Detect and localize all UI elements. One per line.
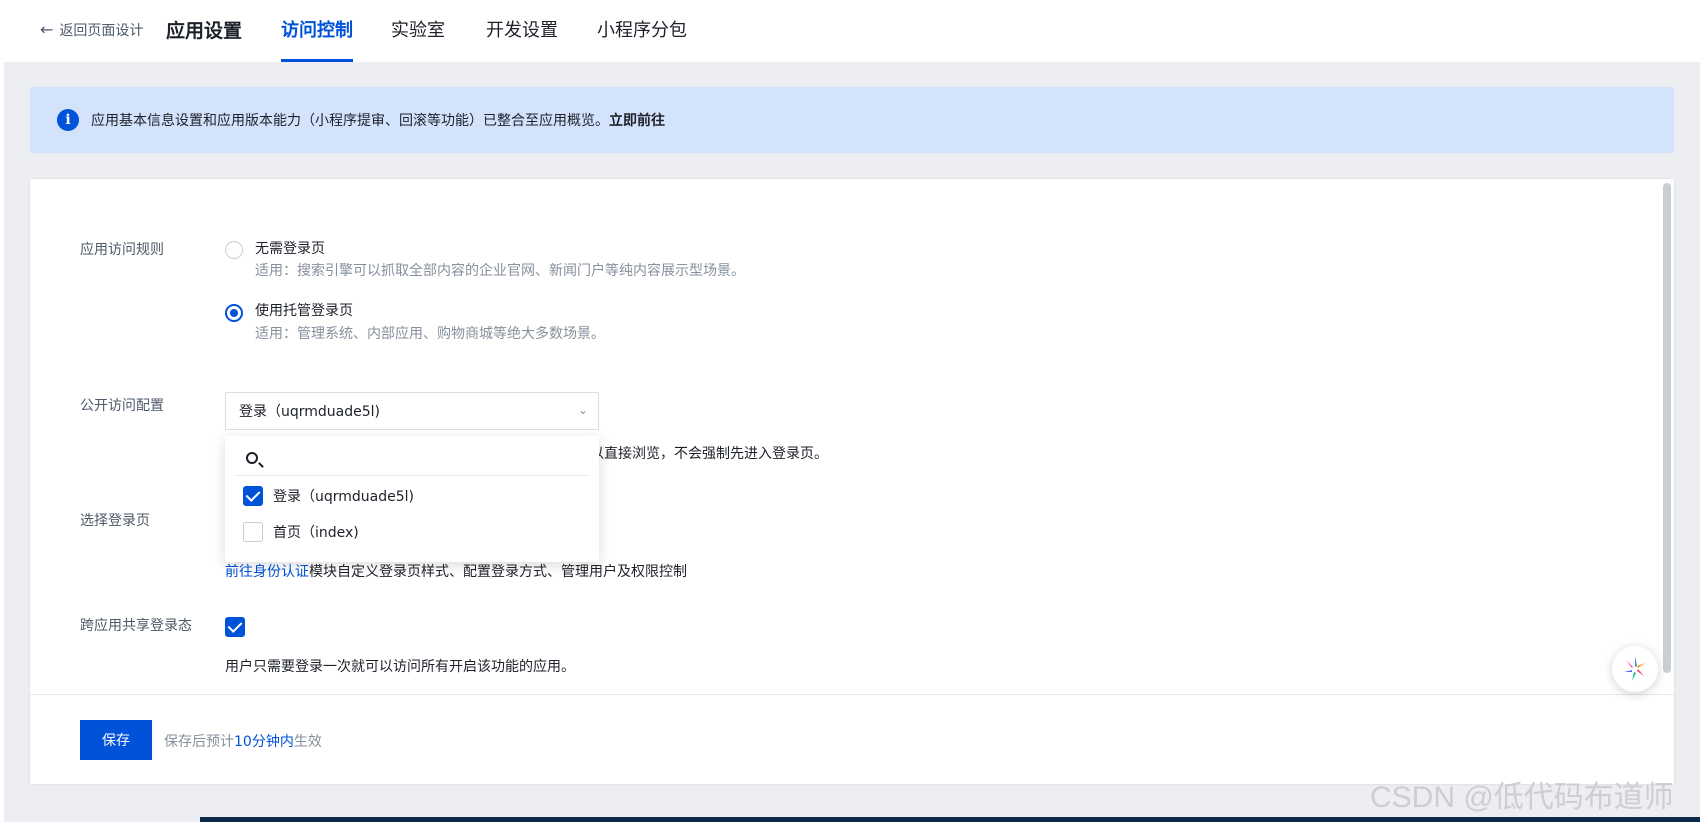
tab-lab[interactable]: 实验室 (391, 16, 445, 62)
chevron-down-icon: ⌄ (577, 403, 588, 417)
info-icon: i (57, 109, 79, 131)
tab-app-settings[interactable]: 应用设置 (166, 16, 242, 62)
login-page-hint: 前往身份认证模块自定义登录页样式、配置登录方式、管理用户及权限控制 (225, 564, 687, 580)
save-hint: 保存后预计10分钟内生效 (164, 734, 322, 750)
tab-mini-program-subpackage[interactable]: 小程序分包 (597, 16, 687, 62)
option-hosted-login-desc: 适用：管理系统、内部应用、购物商城等绝大多数场景。 (255, 326, 605, 342)
dropdown-option-index[interactable]: 首页（index) (243, 522, 359, 542)
scrollbar[interactable] (1663, 183, 1671, 673)
option-no-login-title: 无需登录页 (255, 241, 325, 257)
save-button[interactable]: 保存 (80, 720, 152, 760)
tab-access-control[interactable]: 访问控制 (281, 16, 353, 62)
shared-login-checkbox[interactable] (225, 617, 245, 637)
banner-link[interactable]: 立即前往 (609, 113, 665, 129)
radio-hosted-login[interactable] (225, 304, 243, 322)
option-hosted-login-title: 使用托管登录页 (255, 303, 353, 319)
arrow-left-icon: ← (40, 20, 54, 39)
dropdown-option-login[interactable]: 登录（uqrmduade5l) (243, 486, 414, 506)
option-checkbox-checked[interactable] (243, 486, 263, 506)
public-access-select[interactable]: 登录（uqrmduade5l) ⌄ (225, 392, 599, 430)
tab-dev-settings[interactable]: 开发设置 (486, 16, 558, 62)
public-access-label: 公开访问配置 (80, 398, 164, 414)
access-rule-label: 应用访问规则 (80, 242, 164, 258)
shared-login-desc: 用户只需要登录一次就可以访问所有开启该功能的应用。 (225, 659, 575, 675)
public-access-dropdown: 登录（uqrmduade5l) 首页（index) (225, 436, 599, 562)
assistant-logo-icon (1624, 656, 1645, 681)
top-navigation: ← 返回页面设计 应用设置 访问控制 实验室 开发设置 小程序分包 (4, 0, 1700, 62)
option-checkbox-unchecked[interactable] (243, 522, 263, 542)
search-icon (246, 452, 258, 464)
option-no-login-desc: 适用：搜索引擎可以抓取全部内容的企业官网、新闻门户等纯内容展示型场景。 (255, 263, 745, 279)
dropdown-search[interactable] (235, 442, 589, 476)
login-page-label: 选择登录页 (80, 513, 150, 529)
info-banner: i 应用基本信息设置和应用版本能力（小程序提审、回滚等功能）已整合至应用概览。立… (30, 87, 1674, 153)
assistant-button[interactable] (1612, 646, 1658, 692)
bottom-bar (200, 817, 1700, 822)
shared-login-label: 跨应用共享登录态 (80, 618, 192, 634)
public-access-hint: 以直接浏览，不会强制先进入登录页。 (590, 446, 828, 462)
dropdown-option-label: 首页（index) (273, 525, 359, 541)
identity-auth-link[interactable]: 前往身份认证 (225, 564, 309, 580)
banner-message: 应用基本信息设置和应用版本能力（小程序提审、回滚等功能）已整合至应用概览。立即前… (91, 113, 665, 129)
back-link[interactable]: ← 返回页面设计 (40, 20, 143, 40)
select-value: 登录（uqrmduade5l) (239, 404, 381, 420)
back-label: 返回页面设计 (59, 23, 144, 39)
radio-no-login[interactable] (225, 241, 243, 259)
watermark: CSDN @低代码布道师 (1370, 781, 1674, 814)
divider (30, 694, 1674, 695)
dropdown-option-label: 登录（uqrmduade5l) (273, 489, 415, 505)
